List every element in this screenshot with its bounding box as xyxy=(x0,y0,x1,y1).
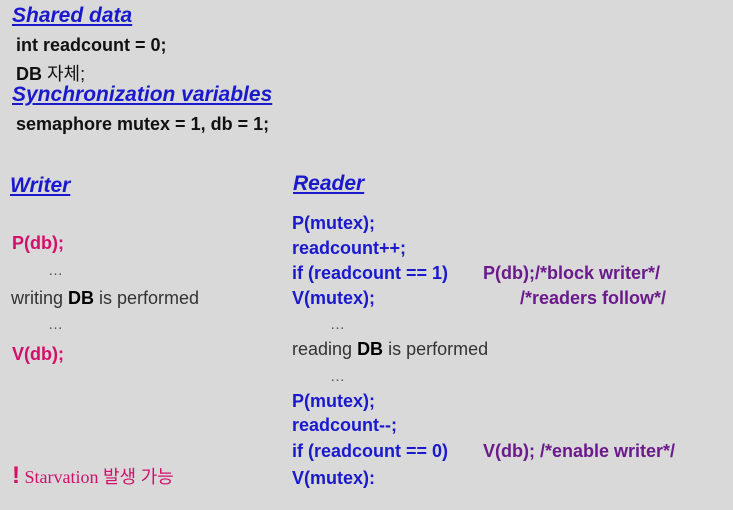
reader-if-readcount-1: if (readcount == 1) xyxy=(292,263,449,283)
reader-if-readcount-0: if (readcount == 0) xyxy=(292,441,449,461)
writer-writing-line: writing DB is performed xyxy=(11,288,199,309)
writer-heading: Writer xyxy=(10,174,71,197)
exclamation-icon: ! xyxy=(12,462,20,489)
reading-db-bold: DB xyxy=(357,339,384,359)
semaphore-declaration: semaphore mutex = 1, db = 1; xyxy=(16,114,270,134)
shared-data-heading: Shared data xyxy=(12,4,133,27)
reader-heading: Reader xyxy=(293,172,365,195)
writing-performed-text: is performed xyxy=(94,288,200,308)
writing-text: writing xyxy=(11,288,69,308)
reader-p-mutex-2: P(mutex); xyxy=(292,391,376,411)
db-keyword: DB xyxy=(16,64,42,84)
sync-variables-heading: Synchronization variables xyxy=(12,83,273,106)
writer-ellipsis-2: … xyxy=(48,316,63,333)
writer-ellipsis-1: … xyxy=(48,262,63,279)
reader-p-mutex-1: P(mutex); xyxy=(292,213,376,233)
reader-ellipsis-1: … xyxy=(330,316,345,333)
readcount-declaration: int readcount = 0; xyxy=(16,35,167,55)
reading-performed-text: is performed xyxy=(383,339,489,359)
reader-v-db-enable-writer: V(db); /*enable writer*/ xyxy=(483,441,676,461)
reader-ellipsis-2: … xyxy=(330,368,345,385)
starvation-text: Starvation 발생 가능 xyxy=(20,467,174,487)
writer-v-db: V(db); xyxy=(12,344,64,364)
reader-v-mutex-2: V(mutex): xyxy=(292,468,376,488)
db-declaration-rest: 자체; xyxy=(42,64,86,84)
reading-text: reading xyxy=(292,339,358,359)
reader-readcount-increment: readcount++; xyxy=(292,238,407,258)
reader-reading-line: reading DB is performed xyxy=(292,339,488,360)
reader-p-db-block-writer: P(db);/*block writer*/ xyxy=(483,263,661,283)
reader-readcount-decrement: readcount--; xyxy=(292,415,397,435)
reader-v-mutex-1: V(mutex); xyxy=(292,288,376,308)
starvation-note: ! Starvation 발생 가능 xyxy=(12,462,174,490)
reader-readers-follow-comment: /*readers follow*/ xyxy=(520,288,667,308)
writing-db-bold: DB xyxy=(68,288,95,308)
writer-p-db: P(db); xyxy=(12,233,64,253)
